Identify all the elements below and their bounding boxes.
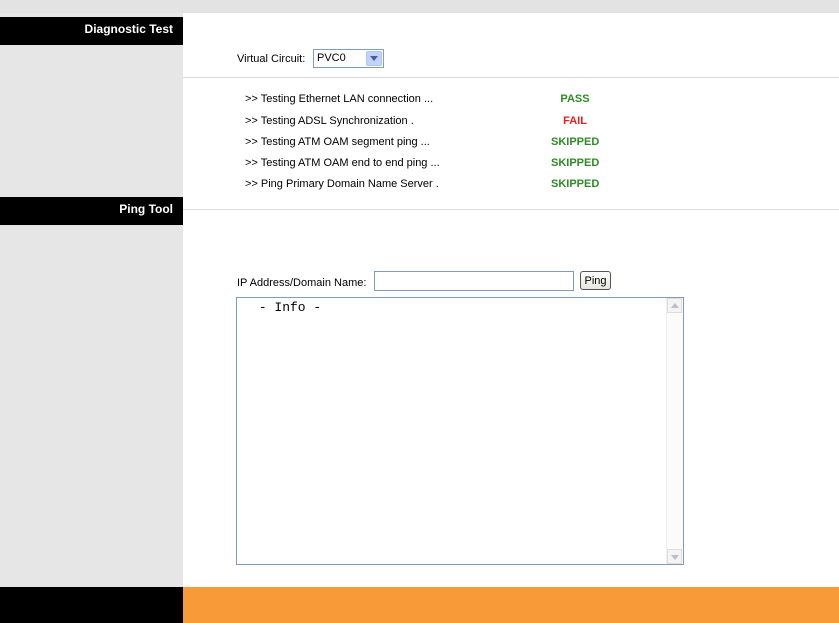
left-column <box>0 13 183 587</box>
test-result: FAIL <box>563 115 587 127</box>
ip-address-input[interactable] <box>374 271 574 291</box>
info-text: - Info - <box>251 300 322 315</box>
ping-tool-header: Ping Tool <box>0 197 183 225</box>
footer-bar <box>183 587 839 623</box>
test-name: >> Testing ATM OAM end to end ping ... <box>245 157 440 169</box>
test-name: >> Ping Primary Domain Name Server . <box>245 178 439 190</box>
top-strip <box>0 0 839 13</box>
test-result: SKIPPED <box>551 157 600 169</box>
test-result: PASS <box>560 93 590 105</box>
scroll-up-icon[interactable] <box>667 298 682 313</box>
scrollbar[interactable] <box>666 298 683 564</box>
virtual-circuit-value: PVC0 <box>317 52 346 64</box>
test-name: >> Testing ADSL Synchronization . <box>245 115 414 127</box>
footer-left <box>0 587 183 623</box>
test-result: SKIPPED <box>551 136 600 148</box>
info-textarea[interactable]: - Info - <box>236 297 684 565</box>
divider <box>183 77 839 78</box>
test-name: >> Testing Ethernet LAN connection ... <box>245 93 434 105</box>
scroll-down-icon[interactable] <box>667 549 682 564</box>
ping-button[interactable]: Ping <box>580 271 611 290</box>
ip-address-label: IP Address/Domain Name: <box>237 277 367 289</box>
test-name: >> Testing ATM OAM segment ping ... <box>245 136 430 148</box>
virtual-circuit-select[interactable]: PVC0 <box>313 49 384 68</box>
chevron-down-icon[interactable] <box>366 51 382 66</box>
divider <box>183 209 839 210</box>
virtual-circuit-label: Virtual Circuit: <box>237 53 306 65</box>
diagnostic-test-header: Diagnostic Test <box>0 17 183 45</box>
test-result: SKIPPED <box>551 178 600 190</box>
